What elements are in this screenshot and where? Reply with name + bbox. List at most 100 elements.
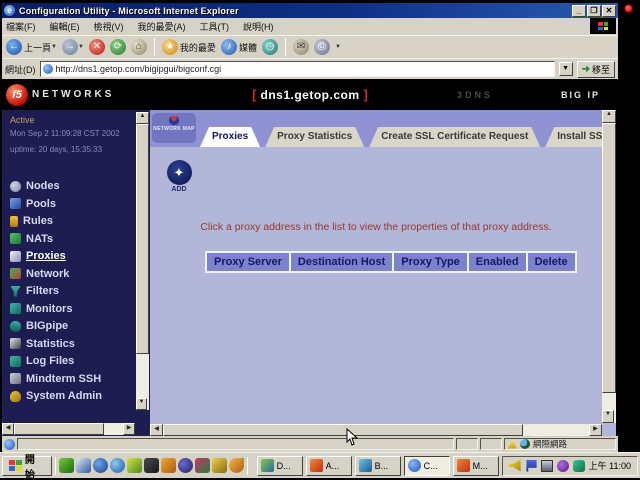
col-proxy-server[interactable]: Proxy Server: [206, 252, 290, 272]
sidebar-item-rules[interactable]: Rules: [10, 215, 102, 227]
media-button[interactable]: ♪ 媒體: [221, 39, 257, 55]
address-input[interactable]: http://dns1.getop.com/bigipgui/bigconf.c…: [40, 61, 555, 77]
task-button-4-active[interactable]: C...: [404, 456, 450, 476]
sidebar-item-pools[interactable]: Pools: [10, 198, 102, 210]
network-map-button[interactable]: NETWORK MAP: [152, 113, 196, 143]
col-destination-host[interactable]: Destination Host: [290, 252, 393, 272]
scroll-left-arrow[interactable]: ◀: [150, 424, 163, 436]
menu-tools[interactable]: 工具(T): [200, 20, 230, 33]
toolbar-more-caret[interactable]: ▼: [335, 44, 341, 50]
col-delete[interactable]: Delete: [527, 252, 576, 272]
mouse-cursor: [346, 428, 358, 446]
sidebar-item-system-admin[interactable]: System Admin: [10, 390, 102, 402]
home-icon[interactable]: ⌂: [131, 39, 147, 55]
go-button[interactable]: ➜ 移至: [577, 61, 615, 78]
filters-icon: [10, 286, 21, 297]
media-icon: ♪: [221, 39, 237, 55]
menu-view[interactable]: 檢視(V): [94, 20, 124, 33]
quicklaunch-icon[interactable]: [195, 458, 210, 473]
minimize-button[interactable]: _: [572, 5, 586, 17]
start-button[interactable]: 開始: [2, 456, 52, 476]
display-icon[interactable]: [541, 460, 553, 472]
mail-icon[interactable]: ✉: [293, 39, 309, 55]
back-button[interactable]: ← 上一頁 ▼: [6, 39, 57, 55]
favorites-button[interactable]: ★ 我的最愛: [162, 39, 216, 55]
sidebar-item-filters[interactable]: Filters: [10, 285, 102, 297]
menu-file[interactable]: 檔案(F): [6, 20, 36, 33]
statistics-icon: [10, 338, 21, 349]
network-map-icon: [169, 116, 179, 125]
scroll-thumb[interactable]: [602, 123, 616, 393]
task-button-1[interactable]: D...: [257, 456, 303, 476]
sidebar-item-bigpipe[interactable]: BIGpipe: [10, 320, 102, 332]
scroll-up-arrow[interactable]: ▲: [136, 112, 149, 124]
stop-icon[interactable]: ✕: [89, 39, 105, 55]
sidebar-item-nodes[interactable]: Nodes: [10, 180, 102, 192]
quicklaunch-icon[interactable]: [76, 458, 91, 473]
content-horizontal-scrollbar[interactable]: ◀ ▶: [150, 424, 602, 436]
sidebar-item-proxies[interactable]: Proxies: [10, 250, 102, 262]
menu-favorites[interactable]: 我的最愛(A): [138, 20, 186, 33]
sidebar-item-network[interactable]: Network: [10, 268, 102, 280]
forward-dropdown-caret[interactable]: ▼: [78, 44, 84, 50]
task-button-3[interactable]: B...: [355, 456, 401, 476]
menu-help[interactable]: 說明(H): [243, 20, 274, 33]
scroll-left-arrow[interactable]: ◀: [2, 423, 14, 435]
scroll-right-arrow[interactable]: ▶: [589, 424, 602, 436]
maximize-button[interactable]: ❐: [587, 5, 601, 17]
input-language-icon[interactable]: [525, 460, 537, 472]
history-icon[interactable]: ◷: [262, 39, 278, 55]
scroll-down-arrow[interactable]: ▼: [136, 398, 147, 410]
col-enabled[interactable]: Enabled: [468, 252, 527, 272]
sidebar-item-mindterm-ssh[interactable]: Mindterm SSH: [10, 373, 102, 385]
tray-app-icon[interactable]: [557, 460, 569, 472]
quicklaunch-icon[interactable]: [59, 458, 74, 473]
instruction-text: Click a proxy address in the list to vie…: [150, 221, 602, 233]
scroll-thumb[interactable]: [14, 423, 104, 435]
address-bar: 網址(D) http://dns1.getop.com/bigipgui/big…: [2, 58, 618, 79]
quicklaunch-icon[interactable]: [161, 458, 176, 473]
quicklaunch-icon[interactable]: [178, 458, 193, 473]
sidebar-item-statistics[interactable]: Statistics: [10, 338, 102, 350]
sidebar-vertical-scrollbar[interactable]: ▲ ▼: [136, 112, 149, 410]
quicklaunch-icon[interactable]: [144, 458, 159, 473]
monitors-icon: [10, 303, 21, 314]
add-proxy-button[interactable]: ✦ ADD: [164, 160, 194, 193]
forward-button[interactable]: → ▼: [62, 39, 84, 55]
scroll-thumb[interactable]: [136, 124, 149, 354]
menu-edit[interactable]: 編輯(E): [50, 20, 80, 33]
scroll-right-arrow[interactable]: ▶: [123, 423, 135, 435]
print-icon[interactable]: ⎙: [314, 39, 330, 55]
quicklaunch-icon[interactable]: [110, 458, 125, 473]
task-button-2[interactable]: A...: [306, 456, 352, 476]
taskbar-separator: [55, 457, 56, 475]
quicklaunch-icon[interactable]: [229, 458, 244, 473]
nodes-icon: [10, 181, 21, 192]
scroll-down-arrow[interactable]: ▼: [602, 410, 614, 423]
sidebar-item-monitors[interactable]: Monitors: [10, 303, 102, 315]
quicklaunch-icon[interactable]: [93, 458, 108, 473]
col-proxy-type[interactable]: Proxy Type: [393, 252, 468, 272]
sidebar-item-nats[interactable]: NATs: [10, 233, 102, 245]
scroll-thumb[interactable]: [163, 424, 523, 436]
task-app-icon: [457, 459, 470, 472]
add-icon: ✦: [167, 160, 192, 185]
tab-create-ssl-certificate-request[interactable]: Create SSL Certificate Request: [369, 127, 540, 147]
nats-icon: [10, 233, 21, 244]
menu-bar: 檔案(F) 編輯(E) 檢視(V) 我的最愛(A) 工具(T) 說明(H): [2, 18, 618, 35]
tab-proxies[interactable]: Proxies: [200, 127, 260, 147]
tray-app-icon[interactable]: [573, 460, 585, 472]
quicklaunch-icon[interactable]: [212, 458, 227, 473]
scroll-up-arrow[interactable]: ▲: [602, 110, 616, 123]
close-button[interactable]: ✕: [602, 5, 616, 17]
content-vertical-scrollbar[interactable]: ▲ ▼: [602, 110, 616, 423]
back-dropdown-caret[interactable]: ▼: [51, 44, 57, 50]
sidebar-horizontal-scrollbar[interactable]: ◀ ▶: [2, 423, 135, 435]
quicklaunch-icon[interactable]: [127, 458, 142, 473]
tab-proxy-statistics[interactable]: Proxy Statistics: [265, 127, 364, 147]
address-dropdown-button[interactable]: ▼: [559, 62, 573, 76]
refresh-icon[interactable]: ⟳: [110, 39, 126, 55]
task-button-5[interactable]: M...: [453, 456, 499, 476]
volume-icon[interactable]: [509, 460, 521, 472]
sidebar-item-log-files[interactable]: Log Files: [10, 355, 102, 367]
